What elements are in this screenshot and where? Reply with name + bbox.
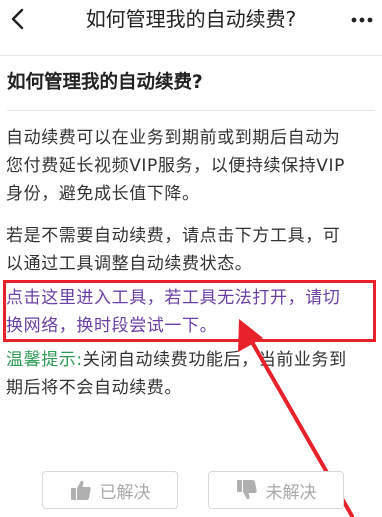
title-divider: [7, 110, 375, 111]
paragraph-line: 以通过工具调整自动续费状态。: [6, 254, 253, 274]
tip-line: 期后将不会自动续费。: [6, 378, 182, 398]
more-button[interactable]: [346, 8, 378, 32]
thumbs-up-icon: [70, 480, 91, 500]
tip-line: 温馨提示:关闭自动续费功能后，当前业务到: [6, 346, 378, 374]
tool-link[interactable]: 点击这里进入工具，若工具无法打开，请切 换网络，换时段尝试一下。: [6, 284, 378, 340]
paragraph-intro: 自动续费可以在业务到期前或到期后自动为 您付费延长视频VIP服务，以便持续保持V…: [6, 124, 378, 208]
resolved-button[interactable]: 已解决: [42, 471, 178, 509]
paragraph-line: 若是不需要自动续费，请点击下方工具，可: [6, 226, 341, 246]
article-title: 如何管理我的自动续费?: [7, 72, 203, 93]
tip-text: 关闭自动续费功能后，当前业务到: [82, 350, 347, 370]
more-dots-icon: [351, 17, 373, 23]
nav-divider: [0, 55, 382, 56]
unresolved-button[interactable]: 未解决: [208, 471, 344, 509]
tip-label: 温馨提示:: [6, 350, 83, 370]
navigation-bar: 如何管理我的自动续费?: [0, 0, 382, 40]
tip-paragraph: 温馨提示:关闭自动续费功能后，当前业务到 期后将不会自动续费。: [6, 346, 378, 402]
back-button[interactable]: [4, 2, 32, 36]
unresolved-label: 未解决: [265, 482, 317, 503]
chevron-left-icon: [11, 8, 24, 30]
tool-link-line[interactable]: 换网络，换时段尝试一下。: [6, 312, 378, 340]
paragraph-line: 您付费延长视频VIP服务，以便持续保持VIP: [6, 156, 345, 176]
tool-link-line[interactable]: 点击这里进入工具，若工具无法打开，请切: [6, 284, 378, 312]
paragraph-line: 身份，避免成长值下降。: [6, 184, 200, 204]
thumbs-down-icon: [236, 480, 257, 500]
paragraph-instruction: 若是不需要自动续费，请点击下方工具，可 以通过工具调整自动续费状态。: [6, 222, 378, 278]
paragraph-line: 自动续费可以在业务到期前或到期后自动为: [6, 128, 341, 148]
nav-title: 如何管理我的自动续费?: [85, 7, 297, 31]
resolved-label: 已解决: [99, 482, 151, 503]
help-article-page: 如何管理我的自动续费? 如何管理我的自动续费? 自动续费可以在业务到期前或到期后…: [0, 0, 382, 517]
